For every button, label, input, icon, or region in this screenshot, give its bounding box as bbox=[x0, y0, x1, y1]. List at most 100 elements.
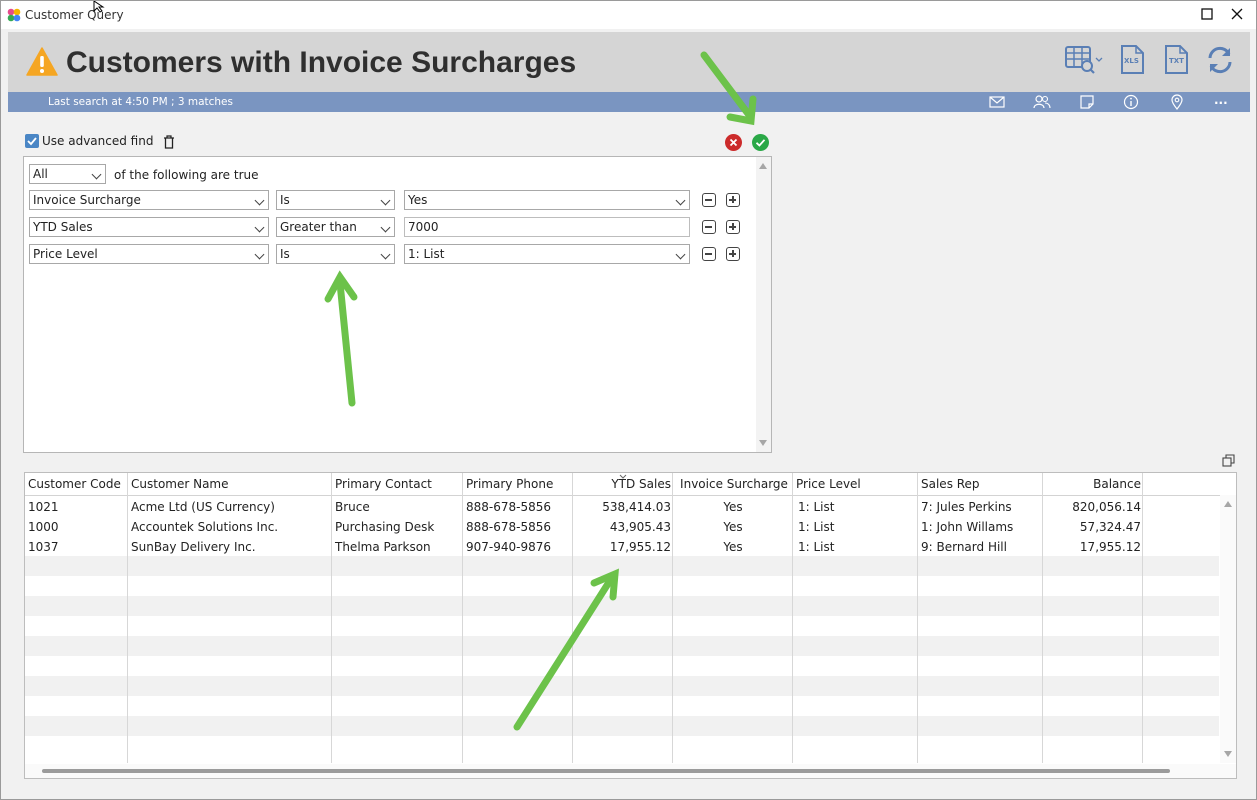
column-divider bbox=[792, 473, 793, 763]
add-criteria-button[interactable] bbox=[726, 220, 740, 234]
chevron-down-icon bbox=[380, 195, 391, 206]
criteria-field-select[interactable]: Price Level bbox=[29, 244, 269, 264]
cancel-criteria-button[interactable] bbox=[725, 134, 742, 151]
match-mode-select[interactable]: All bbox=[29, 164, 106, 184]
grid-vertical-scrollbar[interactable] bbox=[1220, 495, 1236, 763]
cell-primary-contact: Bruce bbox=[335, 500, 370, 514]
column-header-customer-code[interactable]: Customer Code bbox=[28, 477, 121, 491]
empty-row bbox=[25, 696, 1219, 716]
status-bar: Last search at 4:50 PM ; 3 matches ... bbox=[8, 92, 1250, 112]
cell-invoice-surcharge: Yes bbox=[723, 500, 743, 514]
maximize-button[interactable] bbox=[1192, 4, 1222, 26]
maximize-icon bbox=[1201, 8, 1213, 20]
criteria-operator-select[interactable]: Is bbox=[276, 244, 395, 264]
column-header-primary-phone[interactable]: Primary Phone bbox=[466, 477, 553, 491]
cell-customer-code: 1037 bbox=[28, 540, 59, 554]
empty-row bbox=[25, 596, 1219, 616]
column-divider bbox=[331, 473, 332, 763]
refresh-icon[interactable] bbox=[1204, 44, 1236, 76]
cell-sales-rep: 9: Bernard Hill bbox=[921, 540, 1007, 554]
cell-customer-name: SunBay Delivery Inc. bbox=[131, 540, 256, 554]
contacts-icon[interactable] bbox=[1033, 94, 1051, 110]
criteria-value-select[interactable]: Yes bbox=[404, 190, 690, 210]
horizontal-scroll-thumb[interactable] bbox=[42, 769, 1170, 773]
apply-criteria-button[interactable] bbox=[752, 134, 769, 151]
criteria-field-value: YTD Sales bbox=[33, 220, 93, 234]
chevron-down-icon bbox=[380, 222, 391, 233]
grid-horizontal-scrollbar[interactable] bbox=[25, 764, 1236, 778]
cell-primary-phone: 888-678-5856 bbox=[466, 500, 552, 514]
advanced-find-checkbox[interactable] bbox=[25, 134, 39, 148]
chevron-down-icon bbox=[254, 195, 265, 206]
cell-customer-name: Accountek Solutions Inc. bbox=[131, 520, 279, 534]
cell-ytd-sales: 538,414.03 bbox=[602, 500, 671, 514]
app-logo-icon bbox=[7, 8, 21, 22]
restore-grid-icon[interactable] bbox=[1222, 454, 1235, 467]
scroll-down-icon[interactable] bbox=[759, 440, 767, 446]
criteria-operator-value: Is bbox=[280, 193, 290, 207]
chevron-down-icon bbox=[380, 249, 391, 260]
empty-row bbox=[25, 616, 1219, 636]
column-divider bbox=[127, 473, 128, 763]
empty-row bbox=[25, 556, 1219, 576]
column-header-sales-rep[interactable]: Sales Rep bbox=[921, 477, 980, 491]
table-search-icon[interactable] bbox=[1064, 44, 1104, 76]
customer-query-window: Customer Query Customers with Invoice Su… bbox=[0, 0, 1257, 800]
cancel-icon bbox=[729, 138, 738, 147]
more-icon[interactable]: ... bbox=[1214, 93, 1228, 107]
check-icon bbox=[755, 139, 766, 147]
note-icon[interactable] bbox=[1079, 94, 1095, 110]
criteria-operator-select[interactable]: Greater than bbox=[276, 217, 395, 237]
scroll-up-icon[interactable] bbox=[759, 163, 767, 169]
add-criteria-button[interactable] bbox=[726, 193, 740, 207]
chevron-down-icon bbox=[675, 195, 686, 206]
xls-export-button[interactable]: XLS bbox=[1116, 44, 1148, 76]
match-mode-value: All bbox=[33, 167, 48, 181]
column-header-customer-name[interactable]: Customer Name bbox=[131, 477, 229, 491]
remove-criteria-button[interactable] bbox=[702, 247, 716, 261]
trash-icon[interactable] bbox=[163, 135, 175, 149]
add-criteria-button[interactable] bbox=[726, 247, 740, 261]
criteria-field-select[interactable]: YTD Sales bbox=[29, 217, 269, 237]
empty-row bbox=[25, 636, 1219, 656]
criteria-value-select[interactable]: 1: List bbox=[404, 244, 690, 264]
empty-row bbox=[25, 576, 1219, 596]
criteria-operator-select[interactable]: Is bbox=[276, 190, 395, 210]
location-icon[interactable] bbox=[1169, 94, 1185, 110]
mouse-cursor-icon bbox=[93, 1, 105, 13]
advanced-find-label: Use advanced find bbox=[42, 134, 154, 148]
criteria-value: Yes bbox=[408, 193, 428, 207]
column-header-price-level[interactable]: Price Level bbox=[796, 477, 861, 491]
column-header-invoice-surcharge[interactable]: Invoice Surcharge bbox=[675, 477, 793, 491]
grid-header: Customer Code Customer Name Primary Cont… bbox=[25, 473, 1236, 496]
cell-invoice-surcharge: Yes bbox=[723, 540, 743, 554]
scroll-up-icon[interactable] bbox=[1224, 501, 1232, 507]
cell-invoice-surcharge: Yes bbox=[723, 520, 743, 534]
criteria-value: 1: List bbox=[408, 247, 445, 261]
cell-balance: 17,955.12 bbox=[1079, 540, 1141, 554]
close-window-button[interactable] bbox=[1222, 4, 1252, 26]
cell-sales-rep: 7: Jules Perkins bbox=[921, 500, 1012, 514]
empty-row bbox=[25, 716, 1219, 736]
cell-primary-contact: Purchasing Desk bbox=[335, 520, 435, 534]
search-status: Last search at 4:50 PM ; 3 matches bbox=[48, 96, 233, 108]
title-bar: Customer Query bbox=[1, 1, 1256, 29]
chevron-down-icon bbox=[675, 249, 686, 260]
empty-row bbox=[25, 676, 1219, 696]
email-icon[interactable] bbox=[989, 94, 1005, 110]
scroll-down-icon[interactable] bbox=[1224, 751, 1232, 757]
close-icon bbox=[1231, 8, 1243, 20]
criteria-scrollbar[interactable] bbox=[756, 157, 771, 452]
column-header-primary-contact[interactable]: Primary Contact bbox=[335, 477, 432, 491]
cell-customer-name: Acme Ltd (US Currency) bbox=[131, 500, 275, 514]
criteria-field-select[interactable]: Invoice Surcharge bbox=[29, 190, 269, 210]
column-header-ytd-sales[interactable]: YTD Sales bbox=[576, 477, 671, 491]
column-header-balance[interactable]: Balance bbox=[1045, 477, 1141, 491]
txt-export-button[interactable]: TXT bbox=[1160, 44, 1192, 76]
criteria-value-input[interactable]: 7000 bbox=[404, 217, 690, 237]
remove-criteria-button[interactable] bbox=[702, 220, 716, 234]
warning-icon bbox=[26, 47, 58, 76]
checkmark-icon bbox=[27, 137, 37, 146]
remove-criteria-button[interactable] bbox=[702, 193, 716, 207]
info-icon[interactable] bbox=[1123, 94, 1139, 110]
